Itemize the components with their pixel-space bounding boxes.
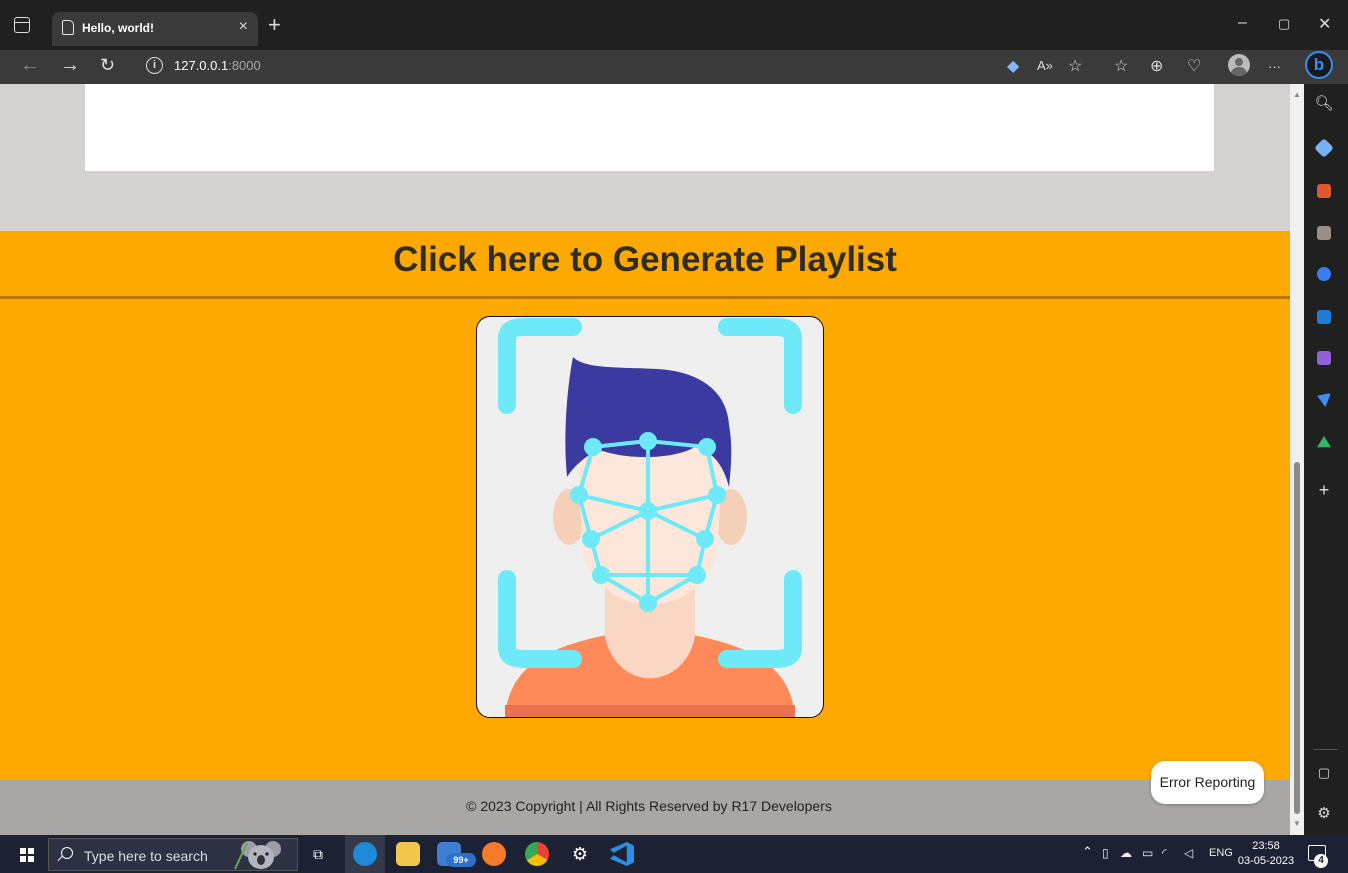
minimize-button[interactable]: – <box>1238 14 1247 32</box>
edge-icon[interactable] <box>353 842 377 866</box>
sidebar-drop-icon[interactable] <box>1317 393 1331 407</box>
page-viewport: Click here to Generate Playlist © 2023 C… <box>0 84 1290 835</box>
back-icon[interactable]: ← <box>20 54 40 77</box>
start-icon[interactable] <box>20 848 34 862</box>
file-explorer-icon[interactable] <box>396 842 420 866</box>
settings-gear-icon[interactable]: ⚙ <box>568 842 592 866</box>
clock-date: 03-05-2023 <box>1237 855 1295 867</box>
sidebar-games-icon[interactable] <box>1317 226 1331 240</box>
generate-playlist-link[interactable]: Click here to Generate Playlist <box>0 231 1290 296</box>
wifi-icon[interactable]: ◜ <box>1162 846 1167 860</box>
read-aloud-icon[interactable]: A» <box>1037 58 1053 73</box>
scroll-thumb[interactable] <box>1294 462 1300 814</box>
notification-badge: 99+ <box>446 853 476 867</box>
face-scan-illustration <box>498 318 802 717</box>
vscode-icon[interactable] <box>610 842 634 866</box>
page-footer: © 2023 Copyright | All Rights Reserved b… <box>0 780 1290 835</box>
sidebar-designer-icon[interactable] <box>1317 351 1331 365</box>
windows-taskbar: Type here to search ⧉ 99+ ⚙ ⌃ ▯ ☁ ▭ ◜ ◁ … <box>0 835 1348 873</box>
page-icon <box>62 20 74 35</box>
show-hidden-icons[interactable]: ⌃ <box>1082 844 1093 860</box>
task-view-icon[interactable]: ⧉ <box>306 842 330 866</box>
scroll-down-icon[interactable]: ▼ <box>1293 819 1301 828</box>
bing-chat-icon[interactable]: b <box>1305 51 1333 79</box>
close-window-button[interactable]: ✕ <box>1318 14 1331 34</box>
tray-device-icon[interactable]: ▯ <box>1102 846 1109 860</box>
browser-tab[interactable]: Hello, world! × <box>52 12 258 46</box>
firefox-icon[interactable] <box>482 842 506 866</box>
profile-avatar-icon[interactable] <box>1228 54 1250 76</box>
browser-toolbar: ← → ↻ i 127.0.0.1:8000 ◆ A» ☆ ☆ ⊕ ♡ ··· … <box>0 50 1348 84</box>
favorites-icon[interactable]: ☆ <box>1114 56 1128 76</box>
tab-actions-icon[interactable] <box>14 17 30 33</box>
search-placeholder: Type here to search <box>84 848 208 864</box>
more-options-icon[interactable]: ··· <box>1268 59 1281 74</box>
url-text: 127.0.0.1:8000 <box>174 58 261 73</box>
shopping-tag-icon[interactable]: ◆ <box>1007 56 1019 76</box>
add-favorite-icon[interactable]: ☆ <box>1068 56 1082 76</box>
collections-icon[interactable]: ⊕ <box>1150 56 1163 76</box>
koala-icon <box>234 841 281 870</box>
scroll-up-icon[interactable]: ▲ <box>1293 90 1301 99</box>
site-info-icon[interactable]: i <box>146 57 163 74</box>
face-scan-image[interactable] <box>476 316 824 718</box>
edge-sidebar: 🔍︎ + ▢ ⚙ <box>1304 84 1348 835</box>
sidebar-tools-icon[interactable] <box>1317 184 1331 198</box>
page-scrollbar[interactable]: ▲ ▼ <box>1290 84 1304 835</box>
browser-essentials-icon[interactable]: ♡ <box>1187 56 1201 76</box>
content-card <box>85 84 1214 171</box>
volume-icon[interactable]: ◁ <box>1184 846 1193 860</box>
sidebar-microsoft365-icon[interactable] <box>1317 267 1331 281</box>
battery-icon[interactable]: ▭ <box>1142 846 1153 860</box>
notification-count: 4 <box>1314 854 1328 868</box>
browser-tab-bar: Hello, world! × + – ▢ ✕ <box>0 0 1348 50</box>
refresh-icon[interactable]: ↻ <box>100 55 115 76</box>
tab-close-icon[interactable]: × <box>239 18 248 36</box>
new-tab-button[interactable]: + <box>268 12 281 38</box>
sidebar-outlook-icon[interactable] <box>1317 310 1331 324</box>
onedrive-icon[interactable]: ☁ <box>1120 846 1132 860</box>
forward-icon[interactable]: → <box>60 54 80 77</box>
chrome-icon[interactable] <box>525 842 549 866</box>
section-divider <box>0 296 1290 299</box>
search-icon <box>61 847 73 859</box>
language-indicator[interactable]: ENG <box>1209 847 1233 859</box>
taskbar-clock[interactable]: 23:58 03-05-2023 <box>1236 839 1296 869</box>
sidebar-add-icon[interactable]: + <box>1314 480 1334 500</box>
sidebar-divider <box>1314 749 1338 750</box>
taskbar-search-input[interactable]: Type here to search <box>48 838 298 871</box>
tab-title: Hello, world! <box>82 21 154 35</box>
error-reporting-button[interactable]: Error Reporting <box>1151 761 1264 804</box>
sidebar-hide-icon[interactable]: ▢ <box>1314 763 1334 783</box>
sidebar-shopping-icon[interactable] <box>1314 138 1334 158</box>
restore-button[interactable]: ▢ <box>1278 16 1290 32</box>
sidebar-tree-icon[interactable] <box>1317 436 1331 448</box>
copyright-text: © 2023 Copyright | All Rights Reserved b… <box>466 798 832 814</box>
sidebar-search-icon[interactable]: 🔍︎ <box>1314 94 1334 114</box>
clock-time: 23:58 <box>1252 840 1280 852</box>
sidebar-settings-icon[interactable]: ⚙ <box>1314 804 1334 824</box>
address-bar[interactable]: i 127.0.0.1:8000 <box>132 52 1092 80</box>
playlist-section: Click here to Generate Playlist <box>0 231 1290 780</box>
